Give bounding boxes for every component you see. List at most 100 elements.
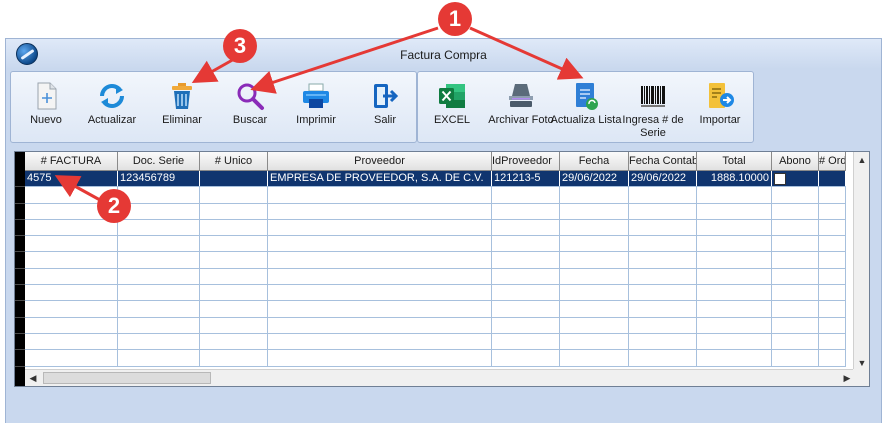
- table-cell[interactable]: [697, 350, 772, 366]
- table-cell[interactable]: [268, 301, 492, 317]
- table-row[interactable]: 4575 123456789 EMPRESA DE PROVEEDOR, S.A…: [25, 171, 846, 188]
- table-cell[interactable]: [560, 285, 629, 301]
- table-cell[interactable]: [697, 317, 772, 333]
- table-cell[interactable]: [697, 236, 772, 252]
- column-header-total[interactable]: Total: [697, 152, 772, 171]
- table-cell[interactable]: [118, 350, 200, 366]
- table-cell[interactable]: [492, 236, 560, 252]
- table-cell[interactable]: [697, 333, 772, 350]
- table-row[interactable]: [25, 333, 846, 351]
- excel-button[interactable]: EXCEL: [421, 78, 483, 138]
- table-cell[interactable]: [629, 350, 697, 366]
- actualizar-button[interactable]: Actualizar: [81, 78, 143, 138]
- table-row[interactable]: [25, 252, 846, 269]
- column-header-doc-serie[interactable]: Doc. Serie: [118, 152, 200, 171]
- column-header-orden[interactable]: # Orden: [819, 152, 846, 171]
- table-cell[interactable]: [492, 187, 560, 203]
- table-cell[interactable]: [268, 268, 492, 285]
- table-cell[interactable]: [268, 203, 492, 219]
- table-cell[interactable]: [560, 268, 629, 285]
- table-cell[interactable]: [819, 350, 846, 366]
- table-cell[interactable]: [118, 317, 200, 333]
- table-cell[interactable]: [772, 187, 819, 203]
- row-selector[interactable]: [15, 219, 25, 237]
- table-cell[interactable]: [772, 203, 819, 219]
- table-cell[interactable]: [200, 203, 268, 219]
- scroll-up-icon[interactable]: ▲: [854, 152, 870, 168]
- column-header-fecha-contable[interactable]: Fecha Contable: [629, 152, 697, 171]
- table-cell[interactable]: [772, 268, 819, 285]
- table-cell[interactable]: [200, 285, 268, 301]
- buscar-button[interactable]: Buscar: [219, 78, 281, 138]
- table-cell[interactable]: [492, 219, 560, 236]
- abono-checkbox[interactable]: [774, 173, 786, 185]
- table-cell[interactable]: [268, 333, 492, 350]
- table-cell[interactable]: [629, 187, 697, 203]
- nuevo-button[interactable]: Nuevo: [15, 78, 77, 138]
- table-cell[interactable]: [268, 350, 492, 366]
- table-cell[interactable]: [819, 301, 846, 317]
- table-cell[interactable]: [819, 285, 846, 301]
- table-cell[interactable]: [118, 268, 200, 285]
- table-cell[interactable]: [200, 236, 268, 252]
- table-cell[interactable]: [560, 301, 629, 317]
- table-cell[interactable]: [560, 317, 629, 333]
- table-cell[interactable]: [268, 285, 492, 301]
- table-cell[interactable]: [629, 236, 697, 252]
- table-cell[interactable]: [118, 333, 200, 350]
- table-cell[interactable]: [629, 268, 697, 285]
- table-row[interactable]: [25, 350, 846, 367]
- row-selector[interactable]: [15, 301, 25, 318]
- table-cell[interactable]: [819, 252, 846, 268]
- eliminar-button[interactable]: Eliminar: [151, 78, 213, 138]
- table-cell[interactable]: [629, 203, 697, 219]
- table-cell[interactable]: [200, 219, 268, 236]
- table-cell[interactable]: [697, 219, 772, 236]
- table-row[interactable]: [25, 285, 846, 302]
- table-cell[interactable]: [268, 219, 492, 236]
- table-cell[interactable]: [772, 301, 819, 317]
- cell-proveedor[interactable]: EMPRESA DE PROVEEDOR, S.A. DE C.V.: [268, 171, 492, 187]
- cell-factura[interactable]: 4575: [25, 171, 118, 187]
- table-cell[interactable]: [200, 317, 268, 333]
- cell-orden[interactable]: [819, 171, 846, 187]
- table-cell[interactable]: [772, 350, 819, 366]
- table-cell[interactable]: [629, 285, 697, 301]
- table-cell[interactable]: [268, 317, 492, 333]
- row-selector[interactable]: [15, 252, 25, 269]
- actualiza-lista-button[interactable]: Actualiza Lista: [551, 78, 621, 138]
- table-cell[interactable]: [629, 219, 697, 236]
- facturas-grid[interactable]: # FACTURA Doc. Serie # Unico Proveedor I…: [14, 151, 870, 387]
- table-cell[interactable]: [772, 219, 819, 236]
- table-cell[interactable]: [492, 317, 560, 333]
- table-cell[interactable]: [492, 333, 560, 350]
- cell-id-proveedor[interactable]: 121213-5: [492, 171, 560, 187]
- table-row[interactable]: [25, 317, 846, 334]
- table-cell[interactable]: [772, 236, 819, 252]
- table-row[interactable]: [25, 219, 846, 237]
- table-cell[interactable]: [772, 252, 819, 268]
- table-cell[interactable]: [268, 236, 492, 252]
- cell-unico[interactable]: [200, 171, 268, 187]
- column-header-unico[interactable]: # Unico: [200, 152, 268, 171]
- row-selector[interactable]: [15, 334, 25, 351]
- table-cell[interactable]: [25, 333, 118, 350]
- table-cell[interactable]: [25, 268, 118, 285]
- salir-button[interactable]: Salir: [354, 78, 416, 138]
- table-cell[interactable]: [200, 350, 268, 366]
- cell-total[interactable]: 1888.10000: [697, 171, 772, 187]
- table-row[interactable]: [25, 203, 846, 220]
- table-cell[interactable]: [25, 350, 118, 366]
- table-cell[interactable]: [629, 301, 697, 317]
- table-cell[interactable]: [819, 333, 846, 350]
- table-cell[interactable]: [697, 252, 772, 268]
- horizontal-scrollbar[interactable]: ◀ ▶: [25, 369, 855, 386]
- table-cell[interactable]: [492, 350, 560, 366]
- table-cell[interactable]: [819, 187, 846, 203]
- table-cell[interactable]: [819, 268, 846, 285]
- table-cell[interactable]: [819, 219, 846, 236]
- table-cell[interactable]: [819, 203, 846, 219]
- row-selector[interactable]: [15, 171, 25, 188]
- row-selector[interactable]: [15, 203, 25, 220]
- table-cell[interactable]: [492, 203, 560, 219]
